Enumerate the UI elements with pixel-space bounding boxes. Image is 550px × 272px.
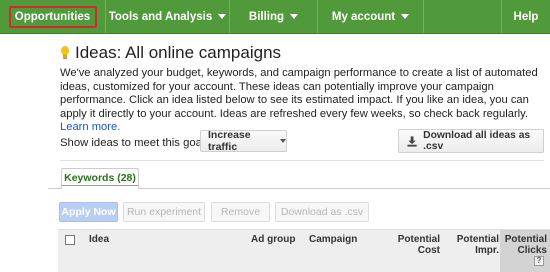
apply-now-button[interactable]: Apply Now [59, 202, 118, 222]
page-title: Ideas: All online campaigns [75, 43, 282, 62]
page-header: Ideas: All online campaigns [60, 43, 281, 63]
column-ad-group[interactable]: Ad group [251, 234, 295, 245]
divider [60, 160, 544, 161]
nav-billing[interactable]: Billing [230, 0, 318, 33]
nav-tools-and-analysis[interactable]: Tools and Analysis [106, 0, 230, 33]
goal-select-value: Increase traffic [208, 129, 251, 153]
chevron-down-icon [218, 14, 227, 19]
download-all-label: Download all ideas as .csv [423, 130, 531, 152]
chevron-down-icon [280, 139, 286, 143]
column-potential-cost-line2: Cost [417, 245, 440, 256]
highlight-box [9, 6, 97, 28]
lightbulb-icon [61, 45, 69, 60]
download-icon [407, 135, 417, 147]
chevron-down-icon [401, 14, 410, 19]
column-potential-cost[interactable]: Potential Cost [384, 234, 440, 256]
chevron-down-icon [290, 14, 299, 19]
nav-billing-label: Billing [248, 10, 285, 23]
nav-my-account[interactable]: My account [318, 0, 424, 33]
nav-spacer [424, 0, 502, 33]
column-potential-impr-line2: Impr. [475, 245, 499, 256]
column-potential-impr[interactable]: Potential Impr. [446, 234, 499, 256]
nav-opportunities[interactable]: Opportunities [0, 0, 106, 33]
page-description: We've analyzed your budget, keywords, an… [60, 67, 542, 135]
tab-keywords[interactable]: Keywords (28) [61, 168, 139, 189]
remove-button[interactable]: Remove [211, 202, 270, 222]
download-all-button[interactable]: Download all ideas as .csv [398, 129, 544, 153]
nav-account-label: My account [331, 10, 396, 23]
column-idea[interactable]: Idea [89, 234, 109, 245]
column-potential-cost-line1: Potential [397, 234, 440, 245]
nav-help[interactable]: Help [502, 0, 550, 33]
download-csv-button[interactable]: Download as .csv [275, 202, 369, 222]
select-all-checkbox[interactable] [65, 235, 75, 245]
top-nav: Opportunities Tools and Analysis Billing… [0, 0, 550, 34]
column-potential-clicks[interactable]: Potential Clicks [502, 234, 547, 256]
run-experiment-button[interactable]: Run experiment [123, 202, 205, 222]
nav-help-label: Help [513, 10, 539, 23]
column-potential-impr-line1: Potential [456, 234, 499, 245]
nav-tools-label: Tools and Analysis [108, 10, 213, 23]
column-campaign[interactable]: Campaign [309, 234, 357, 245]
column-potential-clicks-line1: Potential [504, 234, 547, 245]
table-header: Idea Ad group Campaign Potential Cost Po… [58, 229, 550, 272]
goal-label: Show ideas to meet this goal: [60, 137, 208, 149]
column-potential-clicks-line2: Clicks [517, 245, 547, 256]
goal-select[interactable]: Increase traffic [200, 129, 287, 153]
help-icon[interactable]: ? [534, 256, 544, 266]
description-text: We've analyzed your budget, keywords, an… [60, 67, 538, 120]
learn-more-link[interactable]: Learn more. [60, 121, 120, 133]
tab-keywords-label: Keywords (28) [62, 172, 138, 186]
